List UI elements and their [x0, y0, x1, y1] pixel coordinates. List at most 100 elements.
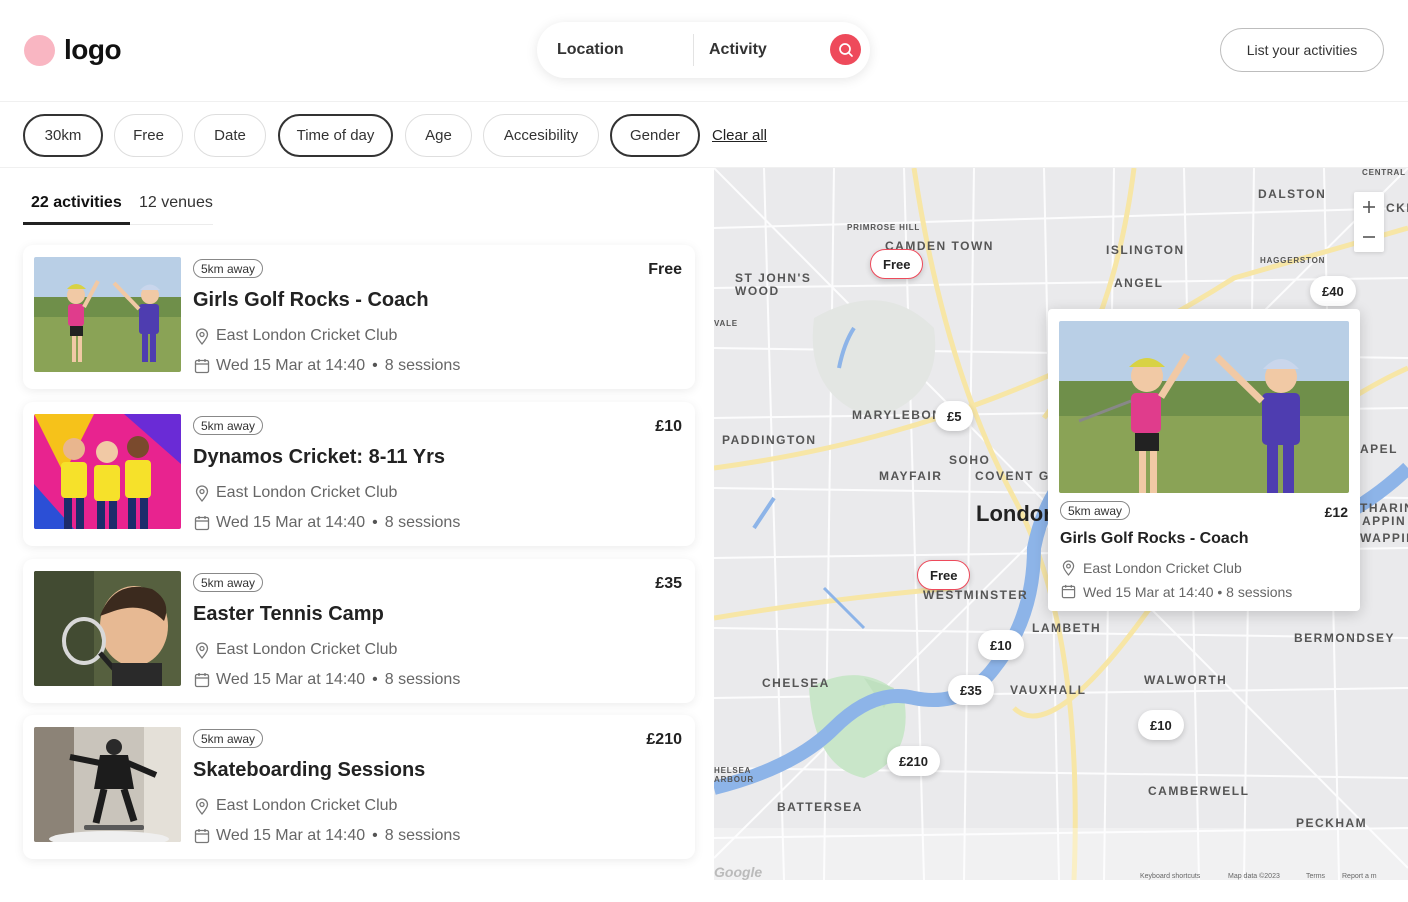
- map-label-cut-apel: APEL: [1360, 442, 1399, 456]
- venue-row: East London Cricket Club: [193, 641, 397, 659]
- filter-bar: 30km Free Date Time of day Age Accesibil…: [0, 101, 1408, 168]
- distance-badge: 5km away: [193, 729, 264, 748]
- separator-dot: •: [372, 671, 378, 688]
- logo-text: logo: [64, 34, 122, 65]
- search-button[interactable]: [830, 34, 861, 65]
- list-activities-button[interactable]: List your activities: [1220, 28, 1384, 72]
- map-pin-price[interactable]: £35: [948, 675, 994, 705]
- map-label-vauxhall: VAUXHALL: [1010, 683, 1087, 697]
- filter-chip-accessibility[interactable]: Accesibility: [483, 114, 599, 157]
- date-row: Wed 15 Mar at 14:40 • 8 sessions: [193, 514, 460, 532]
- activity-price: £12: [1324, 504, 1348, 520]
- map-label-paddington: PADDINGTON: [722, 433, 817, 447]
- filter-chip-gender[interactable]: Gender: [610, 114, 700, 157]
- location-pin-icon: [193, 484, 210, 502]
- date-row: Wed 15 Mar at 14:40 • 8 sessions: [193, 827, 460, 845]
- map-footer-data: Map data ©2023: [1228, 873, 1280, 880]
- map-pin-price[interactable]: £10: [1138, 710, 1184, 740]
- map-label-bermondsey: BERMONDSEY: [1294, 631, 1396, 645]
- activity-price: £10: [655, 418, 682, 435]
- map-label-cut-tharin: THARIN: [1360, 501, 1408, 515]
- venue-name: East London Cricket Club: [216, 327, 398, 344]
- session-date: Wed 15 Mar at 14:40: [216, 827, 366, 844]
- map-pin-price[interactable]: £10: [978, 630, 1024, 660]
- map-label-walworth: WALWORTH: [1144, 673, 1228, 687]
- map-label-dalston: DALSTON: [1258, 187, 1327, 201]
- session-count: 8 sessions: [384, 827, 461, 844]
- map-footer-report[interactable]: Report a m: [1342, 873, 1377, 880]
- map-pin-price[interactable]: Free: [917, 560, 971, 590]
- date-row: Wed 15 Mar at 14:40 • 8 sessions: [193, 357, 460, 375]
- clear-all-link[interactable]: Clear all: [712, 127, 767, 144]
- search-bar: Location Activity: [537, 22, 870, 78]
- session-date: Wed 15 Mar at 14:40: [216, 671, 366, 688]
- venue-name: East London Cricket Club: [216, 484, 398, 501]
- map-label-soho: SOHO: [949, 453, 991, 467]
- distance-badge: 5km away: [193, 259, 264, 278]
- activity-field[interactable]: Activity: [709, 41, 767, 59]
- location-field[interactable]: Location: [557, 41, 624, 59]
- map-label-chelsea: CHELSEA: [762, 676, 830, 690]
- activity-card[interactable]: 5km away Dynamos Cricket: 8-11 Yrs £10 E…: [23, 402, 695, 546]
- calendar-icon: [1060, 583, 1077, 600]
- map-pin-price[interactable]: £40: [1310, 276, 1356, 306]
- activity-price: £210: [646, 731, 682, 748]
- map-label-haggerston: HAGGERSTON: [1260, 256, 1326, 265]
- logo-mark: [24, 34, 55, 66]
- map-pin-price[interactable]: Free: [870, 249, 924, 279]
- filter-chip-free[interactable]: Free: [114, 114, 183, 157]
- filter-chip-time-of-day[interactable]: Time of day: [278, 114, 393, 157]
- separator-dot: •: [372, 514, 378, 531]
- tab-activities[interactable]: 22 activities: [31, 194, 122, 212]
- map-label-peckham: PECKHAM: [1296, 816, 1368, 830]
- map-label-vale: VALE: [714, 319, 738, 328]
- map-label-chelsea-harbour: HELSEA ARBOUR: [714, 766, 754, 784]
- map-label-marylebone: MARYLEBON: [852, 408, 943, 422]
- logo[interactable]: logo: [24, 34, 122, 66]
- header: logo Location Activity List your activit…: [0, 0, 1408, 101]
- session-date: Wed 15 Mar at 14:40: [216, 357, 366, 374]
- separator-dot: •: [372, 357, 378, 374]
- activity-card[interactable]: 5km away Girls Golf Rocks - Coach Free E…: [23, 245, 695, 389]
- activity-title: Easter Tennis Camp: [193, 603, 384, 625]
- calendar-icon: [193, 828, 210, 845]
- session-date: Wed 15 Mar at 14:40 • 8 sessions: [1083, 583, 1293, 600]
- activity-image: [34, 571, 181, 686]
- map-popup-card[interactable]: 5km away £12 Girls Golf Rocks - Coach Ea…: [1048, 309, 1360, 611]
- activity-title: Dynamos Cricket: 8-11 Yrs: [193, 446, 445, 468]
- venue-name: East London Cricket Club: [216, 641, 398, 658]
- venue-name: East London Cricket Club: [1083, 559, 1242, 576]
- filter-chip-age[interactable]: Age: [405, 114, 472, 157]
- zoom-out-button[interactable]: [1354, 222, 1384, 252]
- map[interactable]: CENTRAL DALSTON PRIMROSE HILL CAMDEN TOW…: [714, 168, 1408, 880]
- search-divider: [693, 34, 694, 66]
- venue-name: East London Cricket Club: [216, 797, 398, 814]
- calendar-icon: [193, 515, 210, 532]
- calendar-icon: [193, 358, 210, 375]
- location-pin-icon: [193, 327, 210, 345]
- map-label-st-johns-wood: ST JOHN'S WOOD: [735, 271, 812, 298]
- map-pin-price[interactable]: £5: [935, 401, 974, 431]
- zoom-in-button[interactable]: [1354, 192, 1384, 222]
- location-pin-icon: [193, 641, 210, 659]
- distance-badge: 5km away: [1060, 501, 1131, 520]
- tab-venues[interactable]: 12 venues: [139, 194, 213, 212]
- map-label-cut-appin: APPIN: [1362, 514, 1407, 528]
- map-pin-price[interactable]: £210: [887, 746, 940, 776]
- activity-card[interactable]: 5km away Easter Tennis Camp £35 East Lon…: [23, 559, 695, 703]
- activity-title: Skateboarding Sessions: [193, 759, 426, 781]
- activity-image: [34, 257, 181, 372]
- map-footer-terms[interactable]: Terms: [1306, 873, 1325, 880]
- venue-row: East London Cricket Club: [193, 484, 397, 502]
- map-label-cut-ckn: CKN: [1386, 201, 1408, 215]
- activity-title: Girls Golf Rocks - Coach: [193, 289, 429, 311]
- activity-card[interactable]: 5km away Skateboarding Sessions £210 Eas…: [23, 715, 695, 859]
- date-row: Wed 15 Mar at 14:40 • 8 sessions: [1060, 583, 1292, 600]
- distance-badge: 5km away: [193, 416, 264, 435]
- map-footer-shortcuts[interactable]: Keyboard shortcuts: [1140, 873, 1200, 880]
- filter-chip-distance[interactable]: 30km: [23, 114, 103, 157]
- filter-chip-date[interactable]: Date: [194, 114, 266, 157]
- map-label-camberwell: CAMBERWELL: [1148, 784, 1250, 798]
- activity-title: Girls Golf Rocks - Coach: [1060, 530, 1249, 547]
- map-label-angel: ANGEL: [1114, 276, 1164, 290]
